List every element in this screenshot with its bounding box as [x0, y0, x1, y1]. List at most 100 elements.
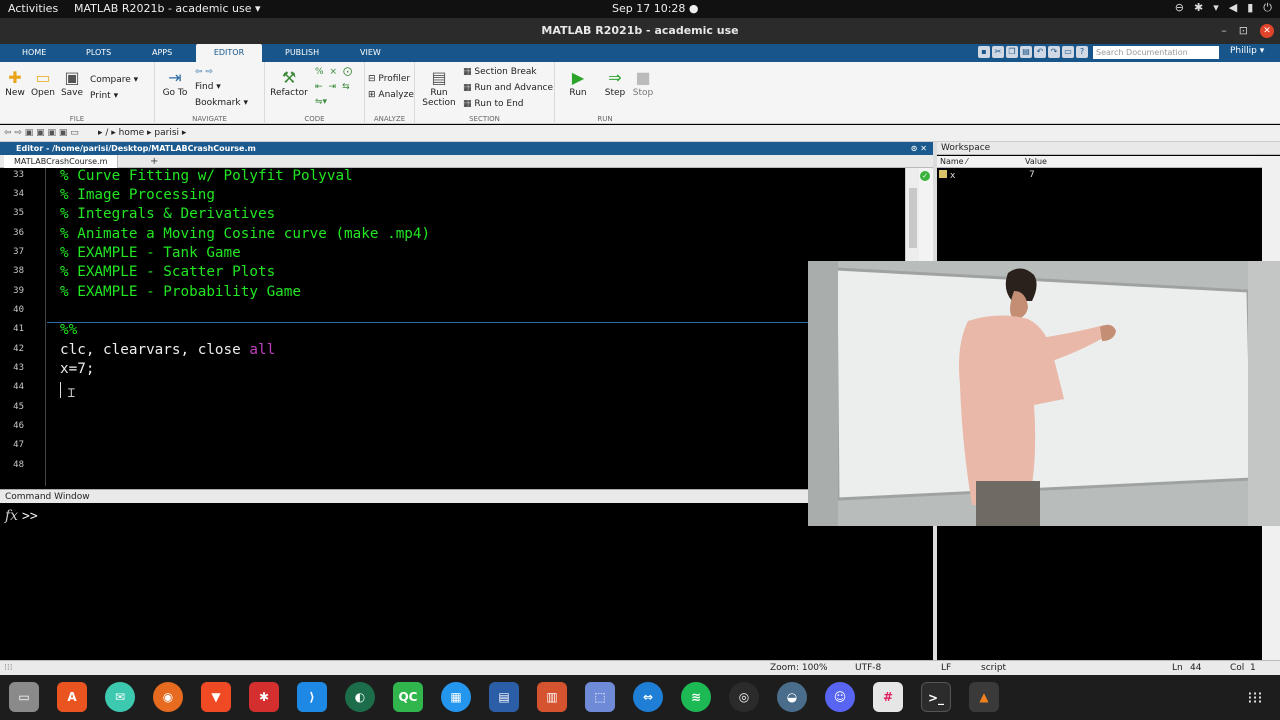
wifi-icon[interactable]: ▾ [1213, 1, 1219, 15]
copy-icon[interactable]: ❐ [1006, 46, 1018, 58]
section-break-button[interactable]: ▦ Section Break [463, 67, 537, 77]
docker-icon[interactable]: ▦ [441, 682, 471, 712]
smart-indent-icon[interactable]: ⇋▾ [315, 97, 327, 107]
discord-icon[interactable]: ☺ [825, 682, 855, 712]
brave-icon[interactable]: ▼ [201, 682, 231, 712]
run-to-end-button[interactable]: ▦ Run to End [463, 99, 524, 109]
software-icon[interactable]: A [57, 682, 87, 712]
run-section-button[interactable]: ▤ Run Section [421, 68, 457, 108]
show-apps-icon[interactable]: ⁝⁝⁝ [1244, 687, 1266, 709]
volume-icon[interactable]: ◀ [1229, 1, 1237, 15]
print-button[interactable]: Print ▾ [90, 91, 118, 101]
tab-apps[interactable]: APPS [142, 44, 182, 62]
mail-icon[interactable]: ✉ [105, 682, 135, 712]
tab-editor[interactable]: EDITOR [196, 44, 262, 62]
line-number: 44 [13, 382, 24, 392]
power-icon[interactable]: ⏻ [1263, 1, 1272, 15]
command-window[interactable]: fx >> [0, 503, 933, 660]
find-button[interactable]: Find ▾ [195, 82, 221, 92]
layout-icon[interactable]: ▭ [1062, 46, 1074, 58]
app-icon[interactable]: ✱ [249, 682, 279, 712]
line-status: 44 [1190, 663, 1202, 673]
run-section: ▶ Run ⇒ Step ■ Stop RUN [555, 62, 655, 124]
app-icon[interactable]: ◒ [777, 682, 807, 712]
run-button[interactable]: ▶ Run [563, 68, 593, 98]
writer-icon[interactable]: ▤ [489, 682, 519, 712]
redo-icon[interactable]: ↷ [1048, 46, 1060, 58]
qt-creator-icon[interactable]: QC [393, 682, 423, 712]
terminal-icon[interactable]: >_ [921, 682, 951, 712]
tab-publish[interactable]: PUBLISH [275, 44, 329, 62]
save-button[interactable]: ▣ Save [60, 68, 84, 98]
line-number: 43 [13, 363, 24, 373]
indent-icons[interactable]: ⇤⇥⇆ [315, 82, 356, 92]
search-documentation-input[interactable]: Search Documentation [1093, 46, 1219, 59]
stop-button[interactable]: ■ Stop [629, 68, 657, 98]
back-forward-icons[interactable]: ⇦ ⇨ [195, 67, 213, 77]
app-menu[interactable]: MATLAB R2021b - academic use ▾ [74, 2, 261, 15]
open-button[interactable]: ▭ Open [30, 68, 56, 98]
fx-icon[interactable]: fx [5, 508, 18, 524]
spotify-icon[interactable]: ≋ [681, 682, 711, 712]
tab-plots[interactable]: PLOTS [76, 44, 121, 62]
battery-icon[interactable]: ▮ [1247, 1, 1253, 15]
analyze-button[interactable]: ⊞ Analyze [368, 90, 414, 100]
scrollbar-thumb[interactable] [909, 188, 917, 248]
name-column-header[interactable]: Name ⁄ [940, 156, 967, 168]
paste-icon[interactable]: ▤ [1020, 46, 1032, 58]
resize-grip-icon[interactable]: ⁞⁞⁞ [4, 661, 13, 675]
profiler-button[interactable]: ⊟ Profiler [368, 74, 410, 84]
matlab-icon[interactable]: ▲ [969, 682, 999, 712]
file-tab[interactable]: MATLABCrashCourse.m [4, 155, 119, 168]
code-line-41: %% [60, 322, 78, 338]
files-icon[interactable]: ▭ [9, 682, 39, 712]
folder-path[interactable]: ▸ / ▸ home ▸ parisi ▸ [98, 125, 186, 141]
cut-icon[interactable]: ✂ [992, 46, 1004, 58]
line-number: 45 [13, 402, 24, 412]
command-window-title: Command Window [0, 489, 933, 503]
gitkraken-icon[interactable]: ◐ [345, 682, 375, 712]
step-button[interactable]: ⇒ Step [601, 68, 629, 98]
obs-icon[interactable]: ◎ [729, 682, 759, 712]
screenshot-icon[interactable]: ⬚ [585, 682, 615, 712]
vscode-icon[interactable]: ⟩ [297, 682, 327, 712]
firefox-icon[interactable]: ◉ [153, 682, 183, 712]
goto-icon: ⇥ [168, 68, 182, 87]
no-entry-icon[interactable]: ⊖ [1175, 1, 1184, 15]
folder-nav-icons[interactable]: ⇦ ⇨ ▣ ▣ ▣ ▣ ▭ [4, 125, 79, 141]
command-prompt: >> [22, 509, 38, 524]
system-tray[interactable]: ⊖ ✱ ▾ ◀ ▮ ⏻ [1175, 1, 1272, 15]
close-icon[interactable]: ✕ [1260, 24, 1274, 38]
file-section-label: FILE [69, 115, 85, 123]
compare-button[interactable]: Compare ▾ [90, 75, 138, 85]
refactor-button[interactable]: ⚒ Refactor [269, 68, 309, 98]
help-icon[interactable]: ? [1076, 46, 1088, 58]
run-advance-button[interactable]: ▦ Run and Advance [463, 83, 553, 93]
code-text: clc, clearvars, close [60, 342, 250, 358]
new-button[interactable]: ✚ New [4, 68, 26, 98]
code-editor[interactable]: % Curve Fitting w/ Polyfit Polyval % Ima… [47, 168, 905, 486]
activities-button[interactable]: Activities [8, 2, 58, 15]
tab-view[interactable]: VIEW [350, 44, 391, 62]
maximize-icon[interactable]: ⊡ [1239, 18, 1248, 44]
comment-icons[interactable]: %⨯⨀ [315, 67, 358, 77]
teamviewer-icon[interactable]: ⇔ [633, 682, 663, 712]
bookmark-button[interactable]: Bookmark ▾ [195, 98, 248, 108]
save-icon[interactable]: ▪ [978, 46, 990, 58]
slack-icon[interactable]: # [873, 682, 903, 712]
value-column-header[interactable]: Value [1025, 156, 1047, 168]
clock[interactable]: Sep 17 10:28 ● [612, 2, 699, 15]
minimize-icon[interactable]: – [1221, 18, 1227, 44]
editor-close-icon[interactable]: ⊙ ✕ [911, 142, 927, 155]
tab-home[interactable]: HOME [12, 44, 56, 62]
impress-icon[interactable]: ▥ [537, 682, 567, 712]
undo-icon[interactable]: ↶ [1034, 46, 1046, 58]
workspace-row[interactable]: x 7 [939, 170, 1259, 181]
goto-button[interactable]: ⇥ Go To [161, 68, 189, 98]
new-tab-icon[interactable]: + [150, 155, 158, 168]
run-section-icon: ▤ [431, 68, 447, 87]
user-menu[interactable]: Phillip ▾ [1230, 46, 1264, 56]
check-icon[interactable]: ✓ [920, 171, 930, 181]
settings-icon[interactable]: ✱ [1194, 1, 1203, 15]
code-line-43: x=7; [60, 361, 95, 377]
